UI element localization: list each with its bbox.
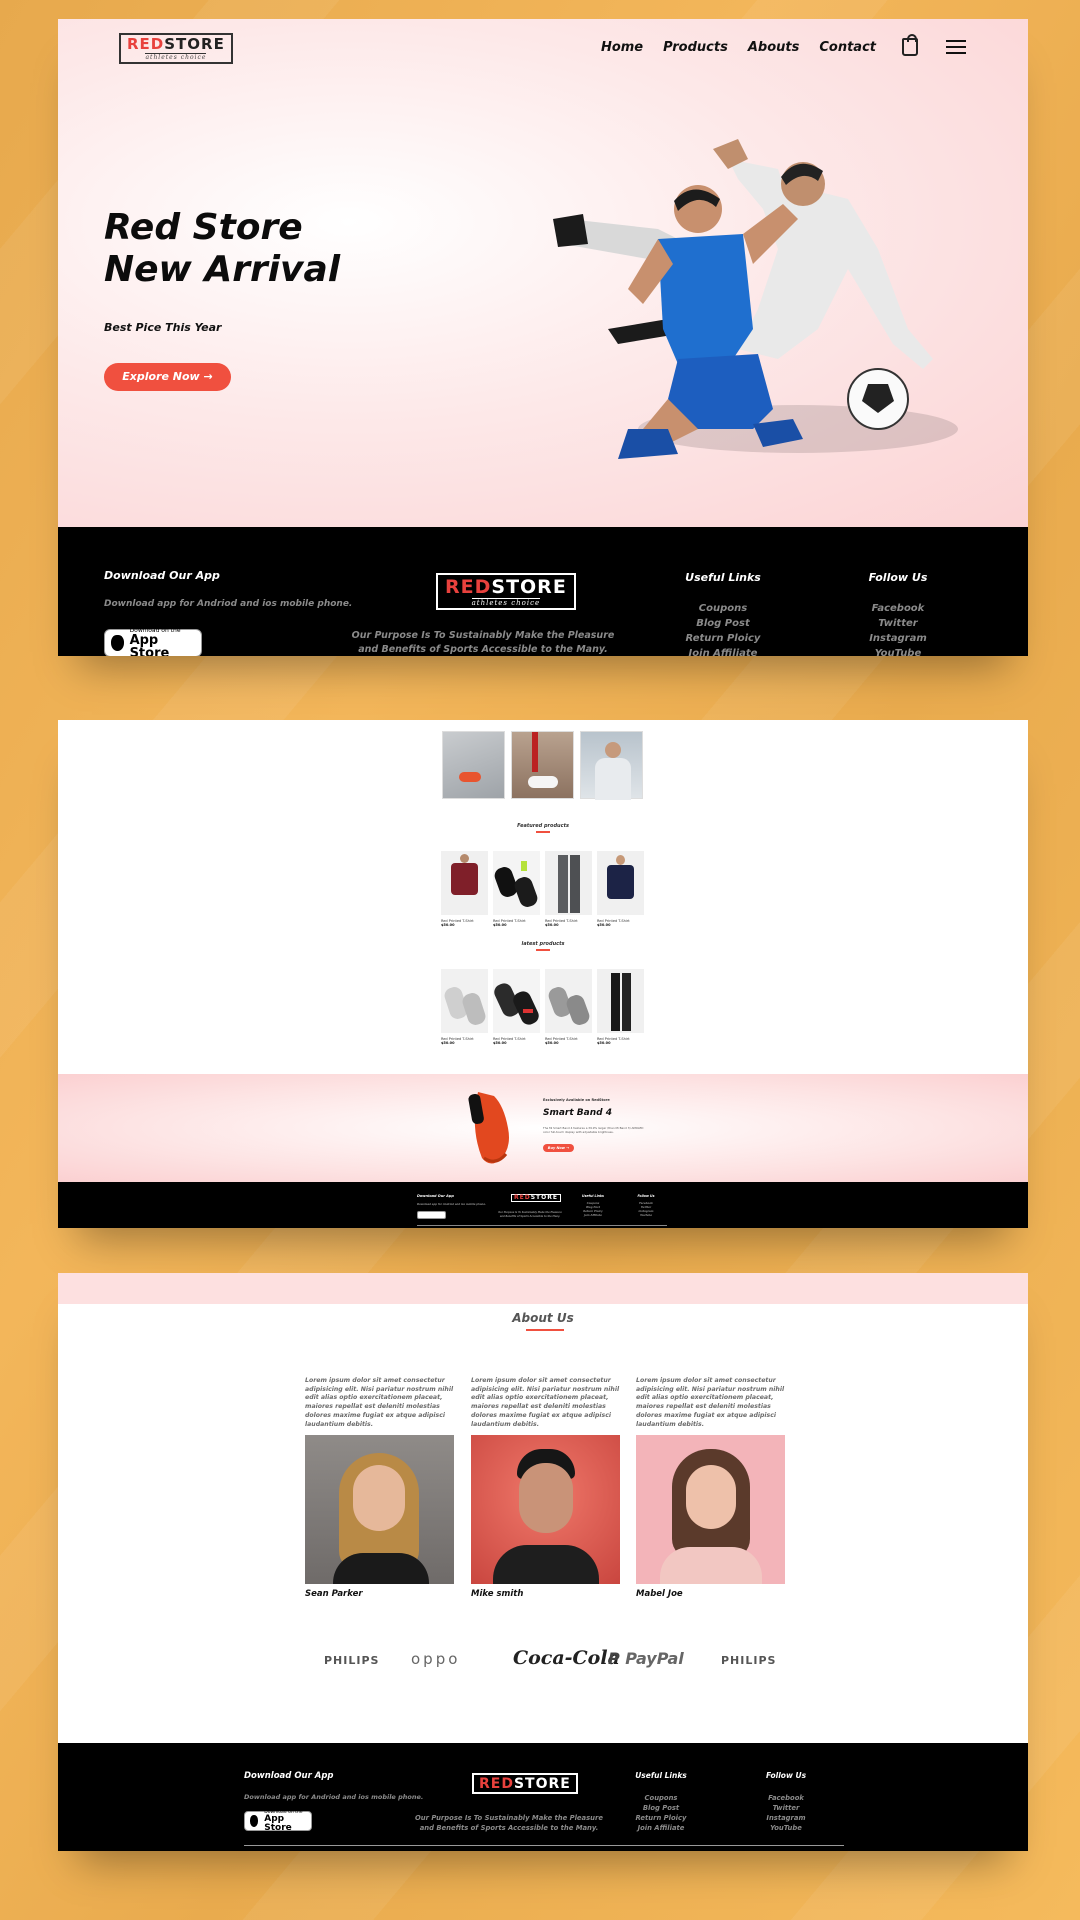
offer-text: The Mi Smart Band 4 features a 39.9% lar…: [543, 1126, 644, 1134]
product-card[interactable]: Red Printed T-Shirt $50.00: [597, 851, 644, 927]
team-member-name: Sean Parker: [305, 1589, 363, 1600]
home-page-screenshot: REDSTORE athletes choice Home Products A…: [58, 19, 1028, 656]
category-image-2[interactable]: [511, 731, 574, 799]
buy-now-button[interactable]: Buy Now →: [543, 1144, 574, 1152]
brand-oppo-logo: oppo: [411, 1650, 461, 1668]
nav-abouts[interactable]: Abouts: [748, 40, 800, 55]
about-us-title: About Us: [512, 1311, 574, 1325]
apple-icon: [111, 635, 124, 651]
team-member-name: Mike smith: [471, 1589, 524, 1600]
link-facebook[interactable]: Facebook: [853, 601, 943, 616]
footer-divider: [417, 1225, 667, 1226]
latest-products-title: latest products: [521, 941, 565, 947]
featured-products-title: Featured products: [517, 823, 569, 829]
footer-download-title: Download Our App: [104, 569, 220, 582]
brand-philips-logo-2: PHILIPS: [721, 1654, 777, 1667]
product-card[interactable]: Red Printed T-Shirt $50.00: [441, 969, 488, 1045]
main-nav: Home Products Abouts Contact: [601, 34, 966, 56]
link-twitter[interactable]: Twitter: [853, 616, 943, 631]
product-card[interactable]: Red Printed T-Shirt $50.00: [545, 969, 592, 1045]
link-instagram[interactable]: Instagram: [853, 631, 943, 646]
footer-small: Download Our App Download app for Andrio…: [58, 1182, 1028, 1228]
app-store-button-medium[interactable]: Download on the App Store: [244, 1810, 312, 1832]
team-member-card: Lorem ipsum dolor sit amet consectetur a…: [636, 1377, 785, 1600]
product-card[interactable]: Red Printed T-Shirt $50.00: [441, 851, 488, 927]
nav-home[interactable]: Home: [601, 40, 643, 55]
link-youtube[interactable]: YouTube: [853, 646, 943, 656]
shopping-bag-icon[interactable]: [902, 34, 918, 56]
soccer-players-image: [553, 139, 958, 459]
about-header-strip: [58, 1273, 1028, 1304]
featured-underline: [536, 831, 550, 833]
hero-subtitle: Best Pice This Year: [104, 321, 222, 334]
category-image-3[interactable]: [580, 731, 643, 800]
link-blog-post[interactable]: Blog Post: [678, 616, 768, 631]
product-card[interactable]: Red Printed T-Shirt $50.00: [493, 851, 540, 927]
hamburger-menu-icon[interactable]: [946, 40, 966, 54]
about-underline: [526, 1329, 564, 1331]
team-member-card: Lorem ipsum dolor sit amet consectetur a…: [305, 1377, 454, 1600]
product-card[interactable]: Red Printed T-Shirt $50.00: [493, 969, 540, 1045]
category-image-1[interactable]: [442, 731, 505, 799]
explore-now-button[interactable]: Explore Now →: [104, 363, 231, 391]
team-member-name: Mabel Joe: [636, 1589, 683, 1600]
product-card[interactable]: Red Printed T-Shirt $50.00: [597, 969, 644, 1045]
team-photo-sean: [305, 1435, 454, 1585]
offer-section: Exclusively Available on RedStore Smart …: [58, 1074, 1028, 1182]
hero-section: REDSTORE athletes choice Home Products A…: [58, 19, 1028, 527]
footer-purpose: Our Purpose Is To Sustainably Make the P…: [351, 630, 615, 655]
latest-underline: [536, 949, 550, 951]
about-page-screenshot: About Us Lorem ipsum dolor sit amet cons…: [58, 1273, 1028, 1851]
brand-paypal-logo: P PayPal: [608, 1649, 684, 1668]
offer-title: Smart Band 4: [543, 1108, 612, 1118]
follow-us-title: Follow Us: [868, 571, 928, 584]
footer-logo[interactable]: REDSTORE athletes choice: [436, 573, 576, 610]
nav-contact[interactable]: Contact: [819, 40, 876, 55]
team-photo-mabel: [636, 1435, 785, 1585]
team-photo-mike: [471, 1435, 620, 1585]
hero-title: Red Store New Arrival: [104, 207, 341, 290]
offer-label: Exclusively Available on RedStore: [543, 1098, 610, 1102]
footer-divider: [244, 1845, 844, 1846]
link-join-affiliate[interactable]: Join Affiliate: [678, 646, 768, 656]
logo[interactable]: REDSTORE athletes choice: [119, 33, 233, 64]
useful-links-title: Useful Links: [685, 571, 761, 584]
footer-logo-medium[interactable]: REDSTORE: [472, 1773, 578, 1794]
nav-products[interactable]: Products: [663, 40, 728, 55]
link-coupons[interactable]: Coupons: [678, 601, 768, 616]
footer: Download Our App Download app for Andrio…: [58, 527, 1028, 656]
useful-links-list: Coupons Blog Post Return Ploicy Join Aff…: [678, 601, 768, 656]
products-page-screenshot: Featured products Red Printed T-Shirt $50…: [58, 720, 1028, 1228]
link-return-policy[interactable]: Return Ploicy: [678, 631, 768, 646]
footer-logo-small[interactable]: REDSTORE: [511, 1194, 561, 1202]
footer-medium: Download Our App Download app for Andrio…: [58, 1743, 1028, 1851]
brand-cocacola-logo: Coca-Cola: [513, 1647, 620, 1669]
product-card[interactable]: Red Printed T-Shirt $50.00: [545, 851, 592, 927]
brand-philips-logo: PHILIPS: [324, 1654, 380, 1667]
smart-band-image: [468, 1092, 509, 1164]
team-member-card: Lorem ipsum dolor sit amet consectetur a…: [471, 1377, 620, 1600]
follow-us-list: Facebook Twitter Instagram YouTube: [853, 601, 943, 656]
app-store-button-small[interactable]: [417, 1211, 446, 1219]
app-store-button[interactable]: Download on the App Store: [104, 627, 202, 656]
footer-download-text: Download app for Andriod and ios mobile …: [104, 599, 353, 609]
